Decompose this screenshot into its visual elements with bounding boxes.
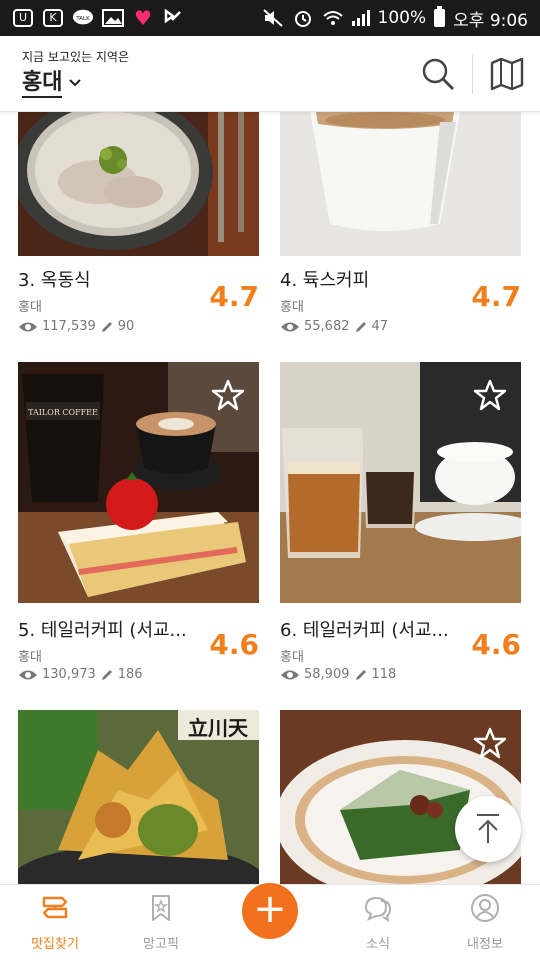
nav-label: 망고픽 xyxy=(143,937,179,952)
restaurant-name[interactable]: 3. 옥동식 xyxy=(18,266,91,292)
region-selector[interactable]: 홍대 xyxy=(22,70,82,98)
add-button[interactable]: + xyxy=(242,883,298,939)
eye-icon xyxy=(19,322,37,331)
clock: 오후 9:06 xyxy=(453,10,528,31)
nav-news[interactable]: 소식 xyxy=(333,893,423,952)
header-divider xyxy=(472,54,473,94)
restaurant-region: 홍대 xyxy=(280,650,304,665)
eye-icon xyxy=(281,322,299,331)
bookmark-star-icon[interactable] xyxy=(473,378,507,412)
rating-score: 4.7 xyxy=(471,280,521,313)
restaurant-photo[interactable]: TAILOR COFFEE xyxy=(18,362,259,603)
nav-find-restaurants[interactable]: 맛집찾기 xyxy=(10,893,100,952)
restaurant-card[interactable]: 4. 듁스커피 홍대 55,682 47 4.7 xyxy=(280,112,521,342)
search-button[interactable] xyxy=(420,56,456,92)
map-button[interactable] xyxy=(490,56,524,92)
view-count: 130,973 xyxy=(42,667,96,682)
pencil-icon xyxy=(101,321,112,332)
sign-text: 立川天 xyxy=(188,716,249,740)
app-notification-icon: U xyxy=(12,8,34,28)
arrow-up-icon xyxy=(477,814,499,843)
rating-score: 4.6 xyxy=(209,628,259,661)
nav-my-info[interactable]: 내정보 xyxy=(440,893,530,952)
restaurant-stats: 117,539 90 xyxy=(18,319,134,334)
chat-bubbles-icon xyxy=(364,896,392,923)
app-header: 지금 보고있는 지역은 홍대 xyxy=(0,36,540,112)
bookmark-star-icon[interactable] xyxy=(211,378,245,412)
map-icon xyxy=(490,57,524,91)
status-system: 100% 오후 9:06 xyxy=(262,6,528,31)
pencil-icon xyxy=(355,321,366,332)
heart-icon: ♥ xyxy=(134,6,152,30)
check-icon xyxy=(162,8,184,28)
restaurant-name[interactable]: 4. 듁스커피 xyxy=(280,266,369,292)
pencil-icon xyxy=(355,669,366,680)
gallery-icon xyxy=(102,8,124,28)
nav-label: 소식 xyxy=(366,937,390,952)
alarm-icon xyxy=(292,8,314,28)
rating-score: 4.7 xyxy=(209,280,259,313)
restaurant-photo[interactable] xyxy=(280,112,521,256)
view-count: 58,909 xyxy=(304,667,350,682)
review-count: 47 xyxy=(371,319,389,334)
review-count: 118 xyxy=(371,667,397,682)
app-notification-icon: K xyxy=(42,8,64,28)
nav-label: 내정보 xyxy=(467,937,503,952)
signpost-icon xyxy=(42,896,68,919)
restaurant-name[interactable]: 6. 테일러커피 (서교... xyxy=(280,616,449,642)
status-notifications: U K TALK ♥ xyxy=(12,6,184,30)
review-count: 90 xyxy=(117,319,135,334)
restaurant-photo[interactable]: 立川天 xyxy=(18,710,259,884)
eye-icon xyxy=(19,670,37,679)
user-icon xyxy=(471,894,499,922)
eye-icon xyxy=(281,670,299,679)
restaurant-card[interactable]: 6. 테일러커피 (서교... 홍대 58,909 118 4.6 xyxy=(280,362,521,692)
view-count: 55,682 xyxy=(304,319,350,334)
bookmark-star-icon[interactable] xyxy=(473,726,507,760)
pencil-icon xyxy=(101,669,112,680)
restaurant-card[interactable]: 3. 옥동식 홍대 117,539 90 4.7 xyxy=(18,112,259,342)
restaurant-region: 홍대 xyxy=(280,300,304,315)
mute-icon xyxy=(262,8,284,28)
signal-icon xyxy=(351,10,370,26)
restaurant-name[interactable]: 5. 테일러커피 (서교... xyxy=(18,616,187,642)
bookmark-icon xyxy=(152,895,170,921)
restaurant-region: 홍대 xyxy=(18,300,42,315)
search-icon xyxy=(422,58,454,90)
region-caption: 지금 보고있는 지역은 xyxy=(22,50,129,64)
talk-text: TALK xyxy=(75,16,90,22)
status-bar: U K TALK ♥ 100% 오후 9:06 xyxy=(0,0,540,36)
restaurant-card[interactable]: 立川天 xyxy=(18,710,259,884)
rating-score: 4.6 xyxy=(471,628,521,661)
bottom-navigation: 맛집찾기 망고픽 + 소식 내정보 xyxy=(0,883,540,960)
restaurant-stats: 55,682 47 xyxy=(280,319,388,334)
view-count: 117,539 xyxy=(42,319,96,334)
wifi-icon xyxy=(322,8,344,28)
restaurant-photo[interactable] xyxy=(18,112,259,256)
chevron-down-icon xyxy=(68,76,82,92)
cup-sign-text: TAILOR COFFEE xyxy=(28,408,98,417)
battery-icon xyxy=(434,6,446,27)
scroll-top-button[interactable] xyxy=(455,796,521,862)
battery-percent: 100% xyxy=(377,8,427,28)
nav-mango-pick[interactable]: 망고픽 xyxy=(116,893,206,952)
restaurant-stats: 130,973 186 xyxy=(18,667,143,682)
restaurant-stats: 58,909 118 xyxy=(280,667,396,682)
restaurant-card[interactable]: TAILOR COFFEE 5. 테일러커피 (서교... 홍대 130,973… xyxy=(18,362,259,692)
restaurant-region: 홍대 xyxy=(18,650,42,665)
region-name: 홍대 xyxy=(22,70,63,98)
nav-label: 맛집찾기 xyxy=(31,937,79,952)
kakaotalk-icon: TALK xyxy=(72,8,94,28)
review-count: 186 xyxy=(117,667,143,682)
restaurant-photo[interactable] xyxy=(280,362,521,603)
